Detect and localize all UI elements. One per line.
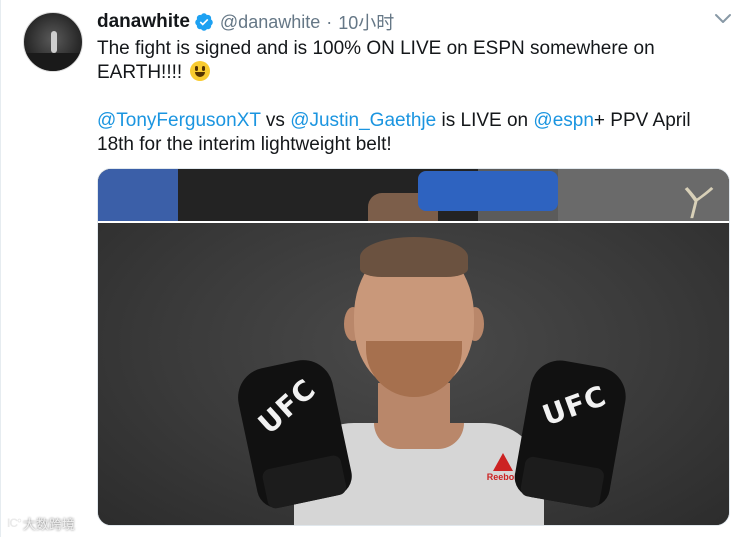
glove-right-text: UFC (538, 379, 611, 433)
avatar-ground (24, 53, 82, 71)
glove-left-text: UFC (251, 372, 323, 441)
tweet-paragraph-2: @TonyFergusonXT vs @Justin_Gaethje is LI… (97, 109, 717, 157)
mention-justin-gaethje[interactable]: @Justin_Gaethje (290, 110, 436, 131)
media-photo-top[interactable]: ㄚ (98, 169, 729, 226)
mention-tonyferguson[interactable]: @TonyFergusonXT (97, 110, 261, 131)
avatar[interactable] (23, 12, 83, 72)
tweet-text-line1: The fight is signed and is 100% ON LIVE … (97, 38, 655, 83)
meta-separator: · (326, 11, 333, 32)
text-is-live-on: is LIVE on (436, 110, 534, 131)
verified-badge-icon (194, 12, 214, 32)
author-name[interactable]: danawhite (97, 11, 190, 33)
chevron-down-icon[interactable] (713, 11, 733, 27)
watermark-text: 大数跨境 (22, 516, 75, 532)
tweet-header: danawhite @danawhite · 10小时 (97, 10, 394, 34)
avatar-figure (51, 31, 57, 53)
glove-left: UFC (232, 354, 356, 512)
photo-blue-wrap (418, 171, 558, 211)
mention-espn[interactable]: @espn (533, 110, 594, 131)
media-photo-main[interactable]: Reebok UFC UFC (98, 223, 729, 525)
grinning-face-icon (190, 61, 211, 81)
text-vs: vs (260, 110, 291, 131)
tweet-text: The fight is signed and is 100% ON LIVE … (97, 37, 717, 157)
photo-signature: ㄚ (673, 182, 712, 226)
tweet-paragraph-1: The fight is signed and is 100% ON LIVE … (97, 37, 717, 85)
tweet-timestamp[interactable]: 10小时 (338, 9, 394, 35)
tweet-media[interactable]: ㄚ Reebok UFC UFC (97, 168, 730, 526)
author-handle[interactable]: @danawhite (220, 12, 320, 33)
glove-right: UFC (511, 355, 631, 511)
photo-blue-area (98, 169, 178, 221)
watermark: IC° 大数跨境 (7, 513, 75, 533)
fighter-hair (360, 237, 468, 277)
tweet[interactable]: danawhite @danawhite · 10小时 The fight is… (0, 0, 743, 537)
watermark-logo: IC° (7, 516, 22, 530)
